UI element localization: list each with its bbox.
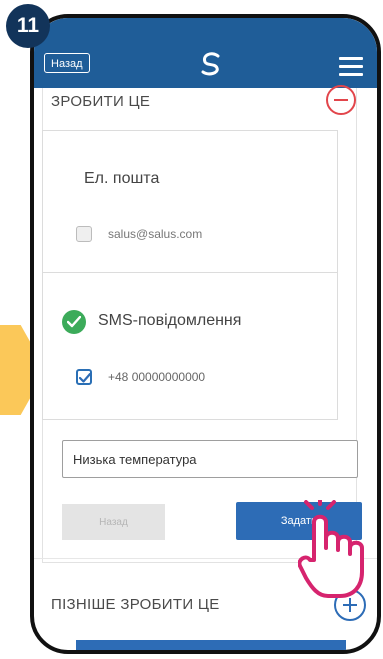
options-divider	[42, 272, 338, 273]
email-checkbox[interactable]	[76, 226, 92, 242]
pointing-hand-icon	[298, 500, 364, 598]
logo-icon	[201, 52, 220, 76]
sms-phone-checkbox[interactable]	[76, 369, 92, 385]
step-badge: 11	[6, 4, 50, 48]
sms-option-title: SMS-повідомлення	[98, 312, 242, 329]
menu-icon[interactable]	[339, 57, 363, 76]
check-circle-icon	[62, 310, 86, 334]
bottom-button-partial[interactable]	[76, 640, 346, 650]
sms-phone-number: +48 00000000000	[108, 370, 206, 384]
section-title-do-this: ЗРОБИТИ ЦЕ	[51, 93, 151, 110]
app-header: Назад	[34, 18, 377, 88]
back-button[interactable]: Назад	[62, 504, 165, 540]
collapse-section-button[interactable]	[326, 85, 356, 115]
checkbox-checked-icon	[79, 372, 91, 383]
section-title-do-later: ПІЗНІШЕ ЗРОБИТИ ЦЕ	[51, 596, 220, 613]
email-address: salus@salus.com	[108, 227, 203, 241]
header-back-button[interactable]: Назад	[44, 53, 90, 73]
notification-message-input[interactable]	[62, 440, 358, 478]
email-option-title: Ел. пошта	[84, 170, 160, 187]
